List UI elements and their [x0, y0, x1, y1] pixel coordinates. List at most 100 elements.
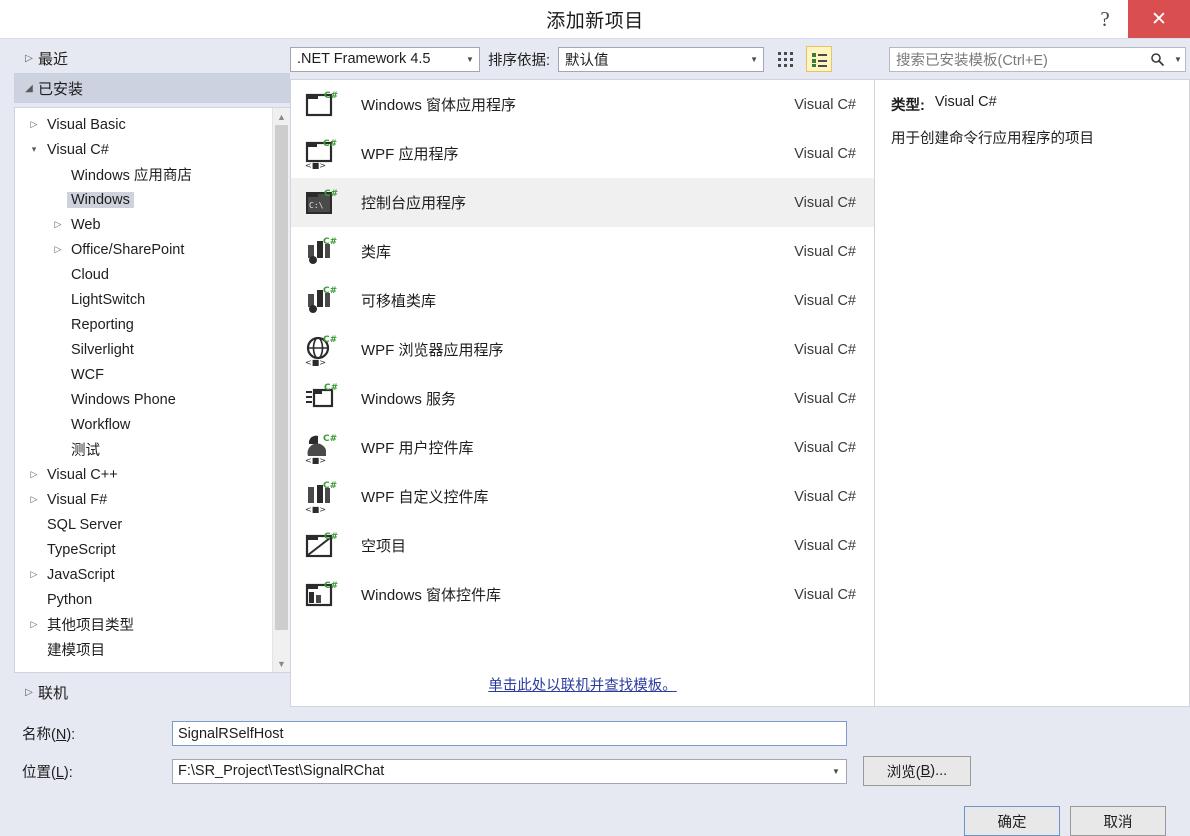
tree-item-visual-csharp[interactable]: ▾ Visual C# — [15, 137, 272, 162]
chevron-down-icon[interactable]: ▼ — [826, 760, 846, 783]
svg-text:C#: C# — [323, 139, 337, 149]
chevron-down-icon: ▼ — [466, 54, 474, 64]
project-name-label: 名称(N): — [22, 727, 76, 743]
tree-item-test[interactable]: 测试 — [15, 437, 272, 462]
svg-text:<■>: <■> — [305, 161, 326, 170]
tree-item-windows[interactable]: Windows — [15, 187, 272, 212]
tree-item-label: Cloud — [71, 266, 109, 283]
template-language: Visual C# — [794, 194, 856, 211]
chevron-right-icon: ▷ — [30, 569, 38, 579]
tree-item-windows-phone[interactable]: Windows Phone — [15, 387, 272, 412]
center-pane: .NET Framework 4.5 ▼ 排序依据: 默认值 ▼ C# Wind… — [290, 39, 875, 707]
scroll-up-icon[interactable]: ▲ — [273, 108, 290, 125]
tree-item-label: TypeScript — [47, 541, 116, 558]
project-name-value: SignalRSelfHost — [178, 725, 284, 742]
framework-version-value: .NET Framework 4.5 — [297, 51, 431, 67]
table-row[interactable]: C# 可移植类库 Visual C# — [291, 276, 874, 325]
winforms-control-library-icon: C# — [301, 577, 341, 613]
table-row[interactable]: C# Windows 窗体应用程序 Visual C# — [291, 80, 874, 129]
tree-item-label: Windows — [67, 191, 134, 208]
portable-class-library-icon: C# — [301, 283, 341, 319]
category-tree: ▷ Visual Basic ▾ Visual C# Windows 应用商店 — [14, 107, 290, 673]
template-name: Windows 窗体控件库 — [361, 587, 502, 604]
table-row[interactable]: C# <■> WPF 浏览器应用程序 Visual C# — [291, 325, 874, 374]
table-row[interactable]: C:\ C# 控制台应用程序 Visual C# — [291, 178, 874, 227]
chevron-right-icon — [20, 687, 38, 698]
template-name: Windows 服务 — [361, 391, 457, 408]
table-row[interactable]: C# Windows 服务 Visual C# — [291, 374, 874, 423]
category-tree-scrollbar[interactable]: ▲ ▼ — [272, 108, 290, 672]
tree-item-label: 测试 — [71, 443, 100, 459]
scrollbar-thumb[interactable] — [275, 125, 288, 630]
template-type-value: Visual C# — [934, 94, 997, 110]
template-language: Visual C# — [794, 488, 856, 505]
tree-item-windows-store[interactable]: Windows 应用商店 — [15, 162, 272, 187]
tree-item-python[interactable]: Python — [15, 587, 272, 612]
tree-item-label: Visual C# — [47, 141, 109, 158]
cancel-button[interactable]: 取消 — [1070, 806, 1166, 836]
sidebar-group-online[interactable]: 联机 — [14, 677, 290, 707]
sidebar-group-recent[interactable]: 最近 — [14, 43, 290, 73]
online-templates-row: 单击此处以联机并查找模板。 — [291, 662, 874, 706]
template-language: Visual C# — [794, 96, 856, 113]
tree-item-typescript[interactable]: TypeScript — [15, 537, 272, 562]
sort-by-select[interactable]: 默认值 ▼ — [558, 46, 765, 72]
scrollbar-track[interactable] — [273, 125, 290, 655]
template-name: 空项目 — [361, 538, 407, 555]
svg-text:<■>: <■> — [305, 505, 326, 513]
search-input[interactable]: 搜索已安装模板(Ctrl+E) ▼ — [889, 46, 1186, 72]
table-row[interactable]: C# <■> WPF 应用程序 Visual C# — [291, 129, 874, 178]
chevron-down-icon — [20, 83, 38, 94]
empty-project-icon: C# — [301, 528, 341, 564]
tree-item-javascript[interactable]: ▷ JavaScript — [15, 562, 272, 587]
tree-item-visual-cpp[interactable]: ▷ Visual C++ — [15, 462, 272, 487]
grid-view-icon[interactable] — [772, 46, 798, 72]
table-row[interactable]: C# Windows 窗体控件库 Visual C# — [291, 570, 874, 619]
online-templates-link[interactable]: 单击此处以联机并查找模板。 — [488, 674, 677, 695]
chevron-down-icon[interactable]: ▼ — [1171, 55, 1185, 64]
project-name-input[interactable]: SignalRSelfHost — [172, 721, 847, 746]
tree-item-silverlight[interactable]: Silverlight — [15, 337, 272, 362]
template-description: 用于创建命令行应用程序的项目 — [891, 131, 1094, 147]
table-row[interactable]: C# <■> WPF 用户控件库 Visual C# — [291, 423, 874, 472]
tree-item-modeling-project[interactable]: 建模项目 — [15, 637, 272, 662]
table-row[interactable]: C# <■> WPF 自定义控件库 Visual C# — [291, 472, 874, 521]
chevron-down-icon: ▾ — [31, 144, 37, 154]
tree-item-wcf[interactable]: WCF — [15, 362, 272, 387]
scroll-down-icon[interactable]: ▼ — [273, 655, 290, 672]
browse-button[interactable]: 浏览(B)... — [863, 756, 971, 786]
title-bar-buttons: ? ✕ — [1082, 0, 1190, 38]
table-row[interactable]: C# 类库 Visual C# — [291, 227, 874, 276]
tree-item-reporting[interactable]: Reporting — [15, 312, 272, 337]
tree-item-other-project-types[interactable]: ▷ 其他项目类型 — [15, 612, 272, 637]
left-pane: 最近 已安装 ▷ Visual Basic ▾ Visual C# — [0, 39, 290, 707]
table-row[interactable]: C# 空项目 Visual C# — [291, 521, 874, 570]
tree-item-sql-server[interactable]: SQL Server — [15, 512, 272, 537]
help-icon[interactable]: ? — [1082, 0, 1128, 38]
templates-toolbar: .NET Framework 4.5 ▼ 排序依据: 默认值 ▼ — [290, 39, 875, 79]
ok-button[interactable]: 确定 — [964, 806, 1060, 836]
tree-item-label: JavaScript — [47, 566, 115, 583]
list-view-icon[interactable] — [806, 46, 833, 72]
wpf-browser-app-icon: C# <■> — [301, 332, 341, 368]
tree-item-workflow[interactable]: Workflow — [15, 412, 272, 437]
tree-item-visual-fsharp[interactable]: ▷ Visual F# — [15, 487, 272, 512]
framework-version-select[interactable]: .NET Framework 4.5 ▼ — [290, 46, 480, 72]
template-language: Visual C# — [794, 341, 856, 358]
project-location-input[interactable]: F:\SR_Project\Test\SignalRChat ▼ — [172, 758, 847, 784]
close-icon[interactable]: ✕ — [1128, 0, 1190, 38]
title-bar: 添加新项目 ? ✕ — [0, 0, 1190, 38]
svg-text:<■>: <■> — [305, 456, 326, 464]
tree-item-label: Web — [71, 216, 101, 233]
tree-item-office-sharepoint[interactable]: ▷ Office/SharePoint — [15, 237, 272, 262]
sidebar-group-installed[interactable]: 已安装 — [14, 73, 290, 103]
svg-text:C#: C# — [324, 532, 338, 542]
search-icon[interactable] — [1150, 52, 1171, 67]
tree-item-web[interactable]: ▷ Web — [15, 212, 272, 237]
tree-item-label: 其他项目类型 — [47, 618, 134, 634]
tree-item-visual-basic[interactable]: ▷ Visual Basic — [15, 112, 272, 137]
tree-item-cloud[interactable]: Cloud — [15, 262, 272, 287]
svg-text:<■>: <■> — [305, 358, 326, 366]
tree-item-lightswitch[interactable]: LightSwitch — [15, 287, 272, 312]
console-app-icon: C:\ C# — [301, 185, 341, 221]
